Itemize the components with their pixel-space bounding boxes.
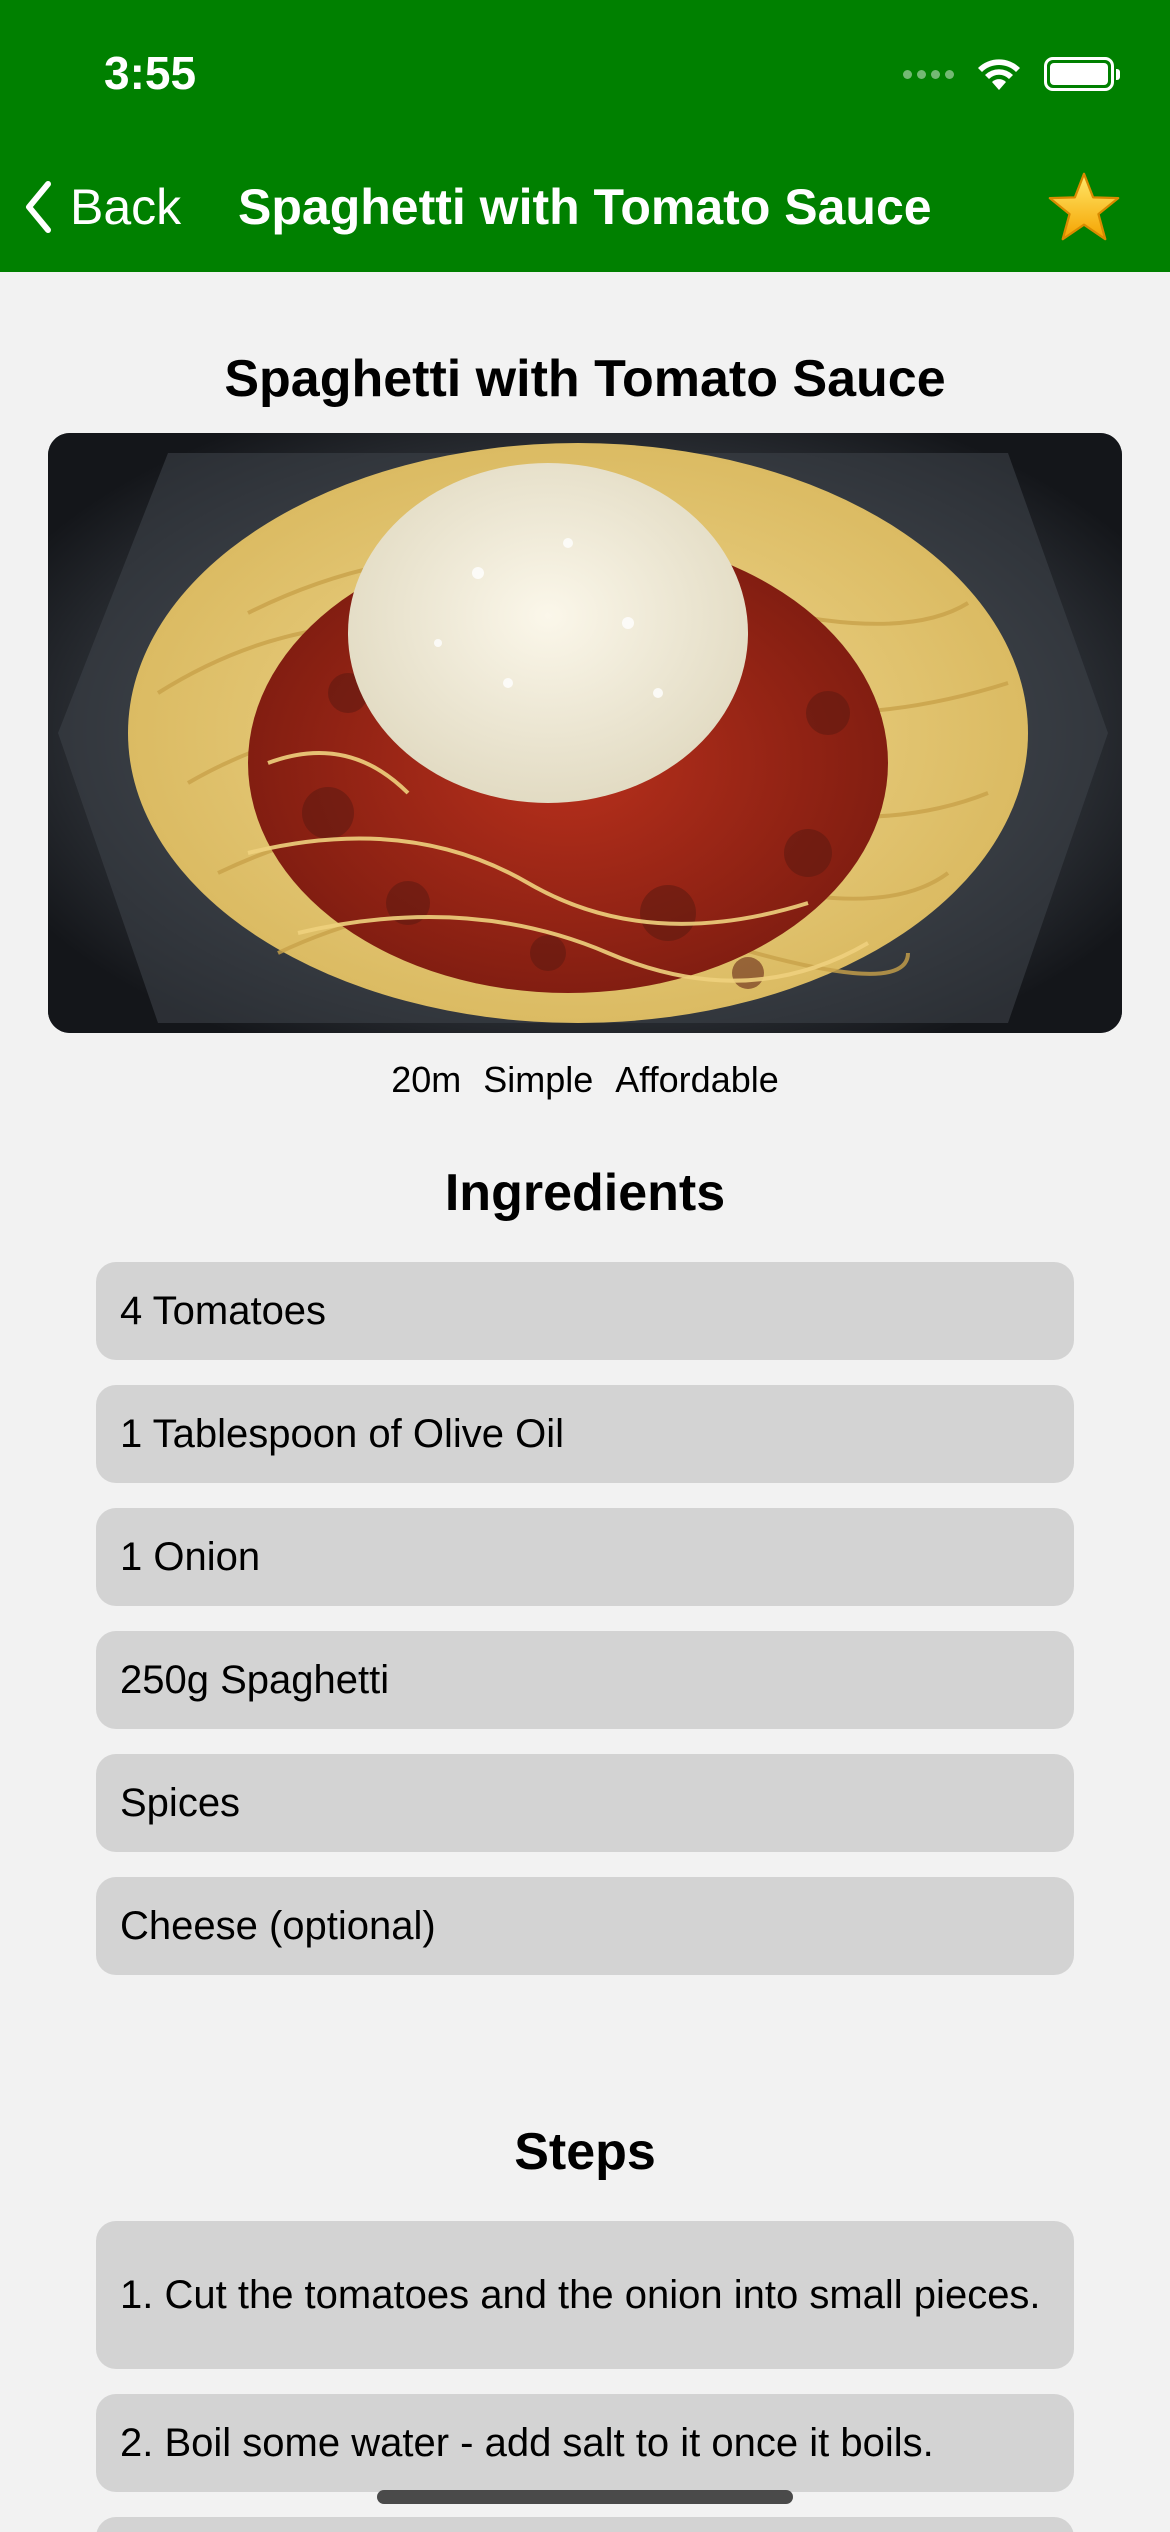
wifi-icon: [978, 59, 1020, 90]
status-time: 3:55: [104, 47, 197, 99]
status-icons: [903, 54, 1120, 94]
home-indicator[interactable]: [377, 2490, 793, 2504]
ingredients-heading: Ingredients: [444, 1164, 726, 1222]
ingredient-item: 4 Tomatoes: [96, 1262, 1074, 1360]
ingredient-item: 250g Spaghetti: [96, 1631, 1074, 1729]
ingredient-item: Spices: [96, 1754, 1074, 1852]
cellular-signal-icon: [903, 69, 954, 79]
battery-icon: [1044, 57, 1120, 91]
back-label: Back: [70, 179, 182, 235]
chevron-left-icon: [26, 181, 51, 233]
navigation-header: 3:55 Back Spaghetti with Tomato Sauce: [0, 0, 1170, 272]
step-item-partial: [96, 2517, 1074, 2532]
step-item: 1. Cut the tomatoes and the onion into s…: [96, 2221, 1074, 2369]
recipe-image: [48, 433, 1122, 1033]
recipe-duration: 20m: [391, 1059, 462, 1100]
nav-title: Spaghetti with Tomato Sauce: [238, 179, 932, 235]
recipe-meta: 20m Simple Affordable: [0, 1052, 1170, 1108]
ingredient-item: 1 Onion: [96, 1508, 1074, 1606]
ingredient-item: Cheese (optional): [96, 1877, 1074, 1975]
recipe-title: Spaghetti with Tomato Sauce: [224, 350, 946, 408]
recipe-complexity: Simple: [483, 1059, 594, 1100]
steps-heading: Steps: [514, 2123, 656, 2181]
star-icon[interactable]: [1046, 170, 1122, 246]
step-item: 2. Boil some water - add salt to it once…: [96, 2394, 1074, 2492]
back-button[interactable]: Back: [24, 172, 181, 242]
recipe-affordability: Affordable: [615, 1059, 779, 1100]
ingredient-item: 1 Tablespoon of Olive Oil: [96, 1385, 1074, 1483]
